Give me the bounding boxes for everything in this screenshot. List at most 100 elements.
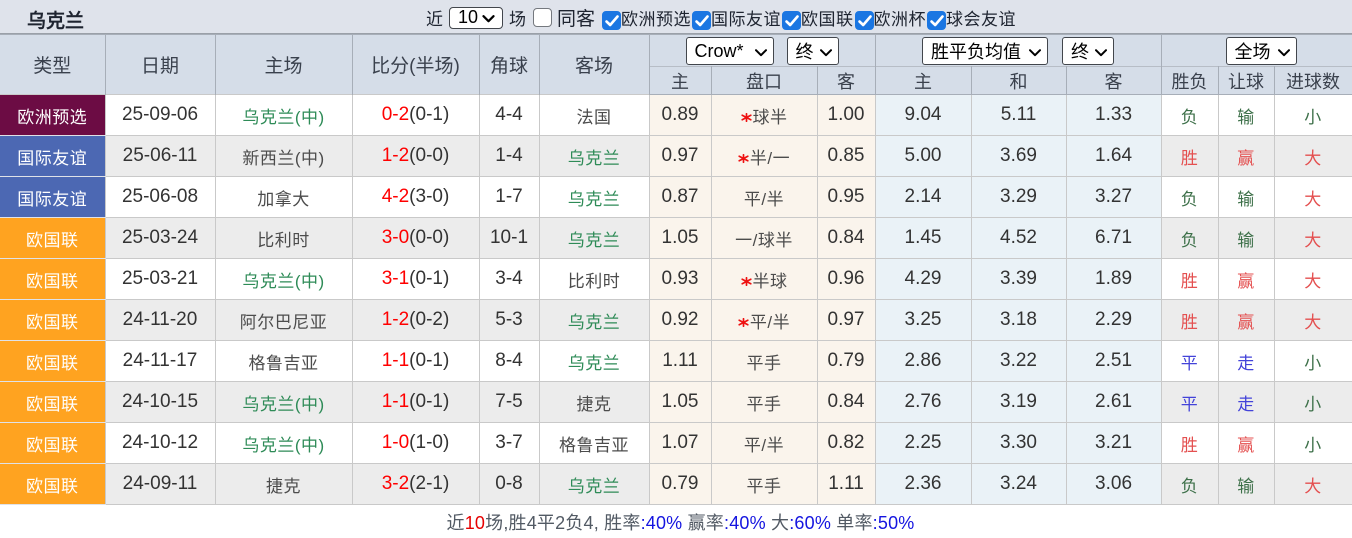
match-date: 25-03-24	[105, 218, 215, 259]
period-select[interactable]: 全场	[1226, 37, 1297, 65]
same-venue-label: 同客	[557, 4, 595, 31]
match-date: 24-11-20	[105, 300, 215, 341]
home-team: 乌克兰(中)	[215, 259, 352, 300]
result-handicap: 输	[1218, 464, 1274, 505]
chevron-down-icon	[1095, 41, 1107, 62]
corner-score: 5-3	[479, 300, 539, 341]
filter-checkbox-0[interactable]	[602, 11, 621, 30]
mean-away: 2.29	[1066, 300, 1161, 341]
odds-group-header: Crow* 终	[649, 35, 875, 67]
away-team: 乌克兰	[539, 218, 649, 259]
matches-label: 场	[509, 5, 526, 30]
filter-label-2: 欧国联	[801, 10, 854, 29]
corner-score: 0-8	[479, 464, 539, 505]
odds-time-select[interactable]: 终	[787, 37, 839, 65]
mean-draw: 3.30	[971, 423, 1066, 464]
filter-label-4: 球会友谊	[946, 10, 1016, 29]
result-wdl: 胜	[1161, 259, 1218, 300]
away-team: 捷克	[539, 382, 649, 423]
mean-type-select[interactable]: 胜平负均值	[922, 37, 1048, 65]
footer-segment: :40%	[724, 513, 766, 533]
odds-away: 0.84	[817, 382, 875, 423]
mean-home: 2.36	[875, 464, 971, 505]
competition-filters: 欧洲预选国际友谊欧国联欧洲杯球会友谊	[595, 5, 1017, 30]
mean-draw: 3.18	[971, 300, 1066, 341]
recent-count-select[interactable]: 10	[449, 7, 503, 29]
page: 乌克兰 近 10 场 同客 欧洲预选国际友谊欧国联欧洲杯球会友谊 类型 日期 主…	[0, 0, 1352, 538]
home-team: 阿尔巴尼亚	[215, 300, 352, 341]
checkmark-icon	[604, 14, 620, 28]
table-row: 国际友谊25-06-08加拿大4-2(3-0)1-7乌克兰0.87平/半0.95…	[0, 177, 1352, 218]
mean-away: 2.61	[1066, 382, 1161, 423]
handicap: 球半	[711, 95, 817, 136]
mean-draw: 5.11	[971, 95, 1066, 136]
match-type: 欧国联	[0, 382, 105, 423]
home-team: 格鲁吉亚	[215, 341, 352, 382]
subcol-odds-away: 客	[817, 67, 875, 95]
away-team: 乌克兰	[539, 300, 649, 341]
score: 3-1(0-1)	[352, 259, 479, 300]
filter-controls: 近 10 场 同客 欧洲预选国际友谊欧国联欧洲杯球会友谊	[426, 1, 1017, 34]
mean-home: 2.14	[875, 177, 971, 218]
result-handicap: 赢	[1218, 423, 1274, 464]
score: 3-2(2-1)	[352, 464, 479, 505]
odds-home: 0.93	[649, 259, 711, 300]
result-goals: 大	[1274, 218, 1352, 259]
mean-away: 3.21	[1066, 423, 1161, 464]
mean-home: 2.76	[875, 382, 971, 423]
home-team: 比利时	[215, 218, 352, 259]
mean-home: 4.29	[875, 259, 971, 300]
corner-score: 3-4	[479, 259, 539, 300]
away-team: 乌克兰	[539, 341, 649, 382]
mean-time-select[interactable]: 终	[1062, 37, 1114, 65]
odds-home: 0.87	[649, 177, 711, 218]
recent-label: 近	[426, 5, 443, 30]
mean-group-header: 胜平负均值 终	[875, 35, 1161, 67]
subcol-result-goals: 进球数	[1274, 67, 1352, 95]
result-wdl: 胜	[1161, 423, 1218, 464]
handicap: 半球	[711, 259, 817, 300]
filter-checkbox-3[interactable]	[855, 11, 874, 30]
table-row: 欧国联24-10-15乌克兰(中)1-1(0-1)7-5捷克1.05平手0.84…	[0, 382, 1352, 423]
odds-home: 0.92	[649, 300, 711, 341]
match-type: 欧国联	[0, 218, 105, 259]
score: 1-1(0-1)	[352, 382, 479, 423]
result-wdl: 平	[1161, 341, 1218, 382]
odds-away: 1.00	[817, 95, 875, 136]
mean-draw: 3.24	[971, 464, 1066, 505]
result-handicap: 赢	[1218, 300, 1274, 341]
filter-checkbox-2[interactable]	[782, 11, 801, 30]
result-handicap: 赢	[1218, 259, 1274, 300]
odds-away: 0.82	[817, 423, 875, 464]
match-type: 欧国联	[0, 259, 105, 300]
score: 1-0(1-0)	[352, 423, 479, 464]
away-team: 乌克兰	[539, 177, 649, 218]
corner-score: 1-7	[479, 177, 539, 218]
subcol-mean-away: 客	[1066, 67, 1161, 95]
mean-away: 3.06	[1066, 464, 1161, 505]
score: 4-2(3-0)	[352, 177, 479, 218]
same-venue-checkbox[interactable]	[533, 8, 552, 27]
table-row: 欧洲预选25-09-06乌克兰(中)0-2(0-1)4-4法国0.89球半1.0…	[0, 95, 1352, 136]
result-goals: 小	[1274, 95, 1352, 136]
filter-label-3: 欧洲杯	[874, 10, 927, 29]
mean-draw: 3.22	[971, 341, 1066, 382]
subcol-result-handicap: 让球	[1218, 67, 1274, 95]
home-team: 乌克兰(中)	[215, 382, 352, 423]
result-wdl: 负	[1161, 95, 1218, 136]
odds-away: 0.95	[817, 177, 875, 218]
away-team: 乌克兰	[539, 136, 649, 177]
filter-checkbox-1[interactable]	[692, 11, 711, 30]
score: 3-0(0-0)	[352, 218, 479, 259]
mean-away: 6.71	[1066, 218, 1161, 259]
col-header-away: 客场	[539, 35, 649, 95]
result-wdl: 胜	[1161, 300, 1218, 341]
result-goals: 大	[1274, 259, 1352, 300]
result-goals: 大	[1274, 136, 1352, 177]
bookmaker-select[interactable]: Crow*	[686, 37, 774, 65]
filter-checkbox-4[interactable]	[927, 11, 946, 30]
footer-segment: :50%	[873, 513, 915, 533]
subcol-mean-home: 主	[875, 67, 971, 95]
mean-home: 2.86	[875, 341, 971, 382]
odds-away: 0.84	[817, 218, 875, 259]
